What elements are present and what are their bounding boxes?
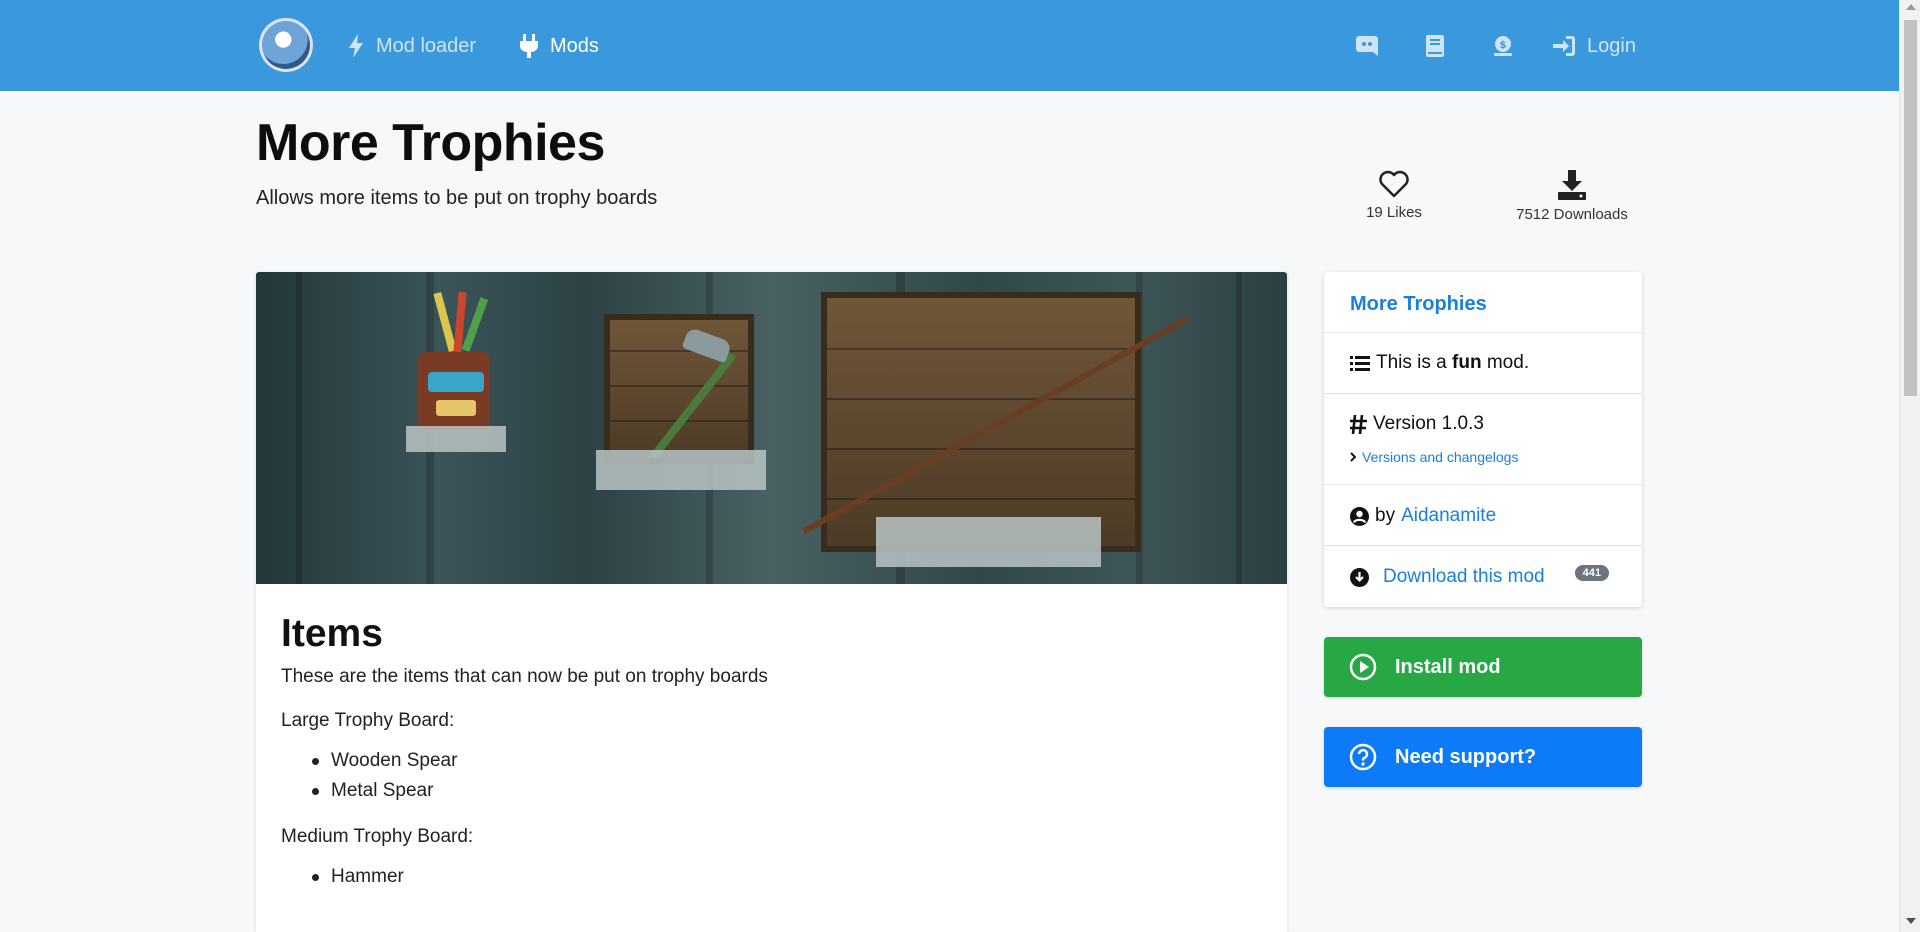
download-count-badge: 441 [1574, 565, 1609, 581]
nav-login[interactable]: Login [1553, 31, 1636, 61]
list-item: Metal Spear [312, 776, 1262, 806]
book-icon[interactable] [1422, 33, 1448, 59]
likes-count: 19 Likes [1366, 204, 1422, 221]
nav-mods[interactable]: Mods [520, 31, 599, 61]
download-icon [1558, 170, 1586, 200]
hash-icon [1350, 414, 1367, 434]
user-circle-icon [1350, 506, 1369, 526]
mod-banner-image [256, 272, 1287, 584]
downloads-stat: 7512 Downloads [1508, 170, 1636, 223]
author-link[interactable]: Aidanamite [1401, 505, 1496, 527]
install-mod-button[interactable]: Install mod [1324, 637, 1642, 697]
mod-author: by Aidanamite [1350, 505, 1496, 527]
svg-text:$: $ [1500, 40, 1507, 51]
mod-description-card: Items These are the items that can now b… [256, 272, 1287, 932]
versions-link[interactable]: Versions and changelogs [1350, 449, 1518, 465]
top-navbar: Mod loader Mods $ Login [0, 0, 1899, 91]
medium-board-label: Medium Trophy Board: [281, 826, 474, 847]
downloads-count: 7512 Downloads [1516, 206, 1628, 223]
mod-tagline: This is a fun mod. [1350, 352, 1529, 374]
nav-mod-loader[interactable]: Mod loader [348, 31, 476, 61]
install-mod-label: Install mod [1395, 655, 1501, 678]
need-support-label: Need support? [1395, 745, 1537, 768]
heart-icon [1379, 170, 1409, 198]
nav-login-label: Login [1587, 34, 1636, 57]
items-heading: Items [281, 612, 383, 655]
chevron-right-icon [1350, 452, 1356, 462]
likes-stat[interactable]: 19 Likes [1350, 170, 1438, 221]
large-board-label: Large Trophy Board: [281, 710, 455, 731]
need-support-button[interactable]: Need support? [1324, 727, 1642, 787]
page-title: More Trophies [256, 114, 605, 172]
login-icon [1553, 36, 1575, 56]
page-subtitle: Allows more items to be put on trophy bo… [256, 187, 658, 209]
donate-icon[interactable]: $ [1490, 33, 1516, 59]
medium-board-list: Hammer [312, 862, 1262, 892]
list-item: Hammer [312, 862, 1262, 892]
scroll-thumb[interactable] [1904, 20, 1917, 396]
list-item: Wooden Spear [312, 746, 1262, 776]
list-icon [1350, 355, 1370, 371]
plug-icon [520, 34, 538, 58]
large-board-list: Wooden Spear Metal Spear [312, 746, 1262, 806]
info-title[interactable]: More Trophies [1350, 293, 1487, 316]
site-logo[interactable] [259, 18, 313, 72]
discord-icon[interactable] [1354, 33, 1380, 59]
scroll-up-icon[interactable] [1906, 4, 1916, 10]
question-circle-icon [1349, 743, 1377, 771]
nav-mod-loader-label: Mod loader [376, 34, 477, 57]
bolt-icon [349, 34, 363, 58]
mod-version: Version 1.0.3 [1350, 413, 1484, 435]
page-scrollbar[interactable] [1899, 0, 1920, 932]
items-intro: These are the items that can now be put … [281, 666, 768, 687]
mod-info-card: More Trophies This is a fun mod. Version… [1324, 272, 1642, 607]
play-circle-icon [1349, 653, 1377, 681]
download-mod-link[interactable]: Download this mod 441 [1350, 565, 1609, 588]
scroll-down-icon[interactable] [1906, 918, 1916, 924]
nav-mods-label: Mods [550, 34, 599, 57]
download-circle-icon [1350, 567, 1369, 587]
